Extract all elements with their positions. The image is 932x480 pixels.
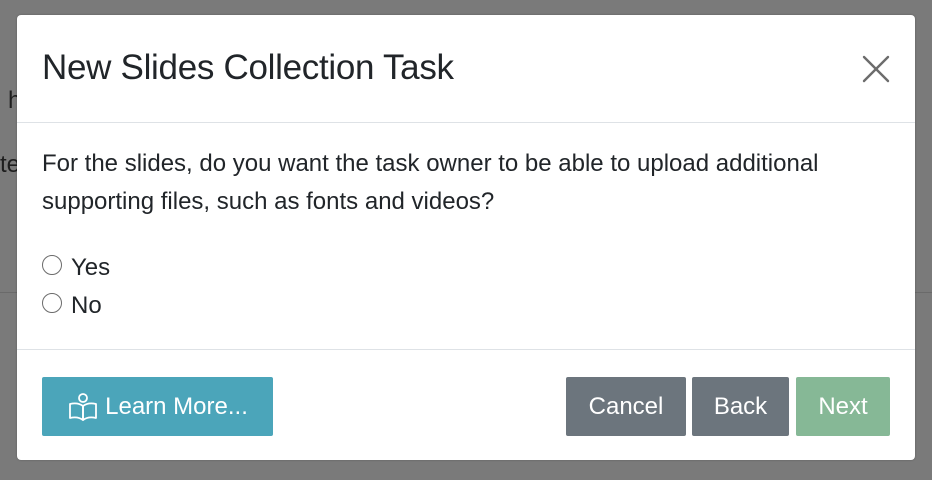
- close-icon: [862, 55, 890, 83]
- option-no[interactable]: No: [42, 290, 102, 322]
- book-reader-icon: [69, 392, 98, 421]
- modal-body: For the slides, do you want the task own…: [42, 145, 882, 319]
- close-button[interactable]: [860, 53, 892, 85]
- modal-footer: Learn More... Cancel Back Next: [17, 349, 915, 460]
- modal-header: New Slides Collection Task: [17, 15, 915, 123]
- learn-more-button[interactable]: Learn More...: [42, 377, 273, 436]
- question-text: For the slides, do you want the task own…: [42, 150, 819, 215]
- option-yes-label: Yes: [71, 254, 111, 281]
- cancel-button[interactable]: Cancel: [566, 377, 686, 436]
- next-button[interactable]: Next: [796, 377, 890, 436]
- option-no-label: No: [71, 292, 102, 319]
- modal-dialog: New Slides Collection Task For the slide…: [17, 15, 915, 460]
- back-button[interactable]: Back: [692, 377, 789, 436]
- modal-title: New Slides Collection Task: [42, 48, 454, 87]
- learn-more-label: Learn More...: [105, 392, 248, 420]
- radio-yes[interactable]: [42, 255, 62, 275]
- option-yes[interactable]: Yes: [42, 252, 110, 284]
- radio-no[interactable]: [42, 293, 62, 313]
